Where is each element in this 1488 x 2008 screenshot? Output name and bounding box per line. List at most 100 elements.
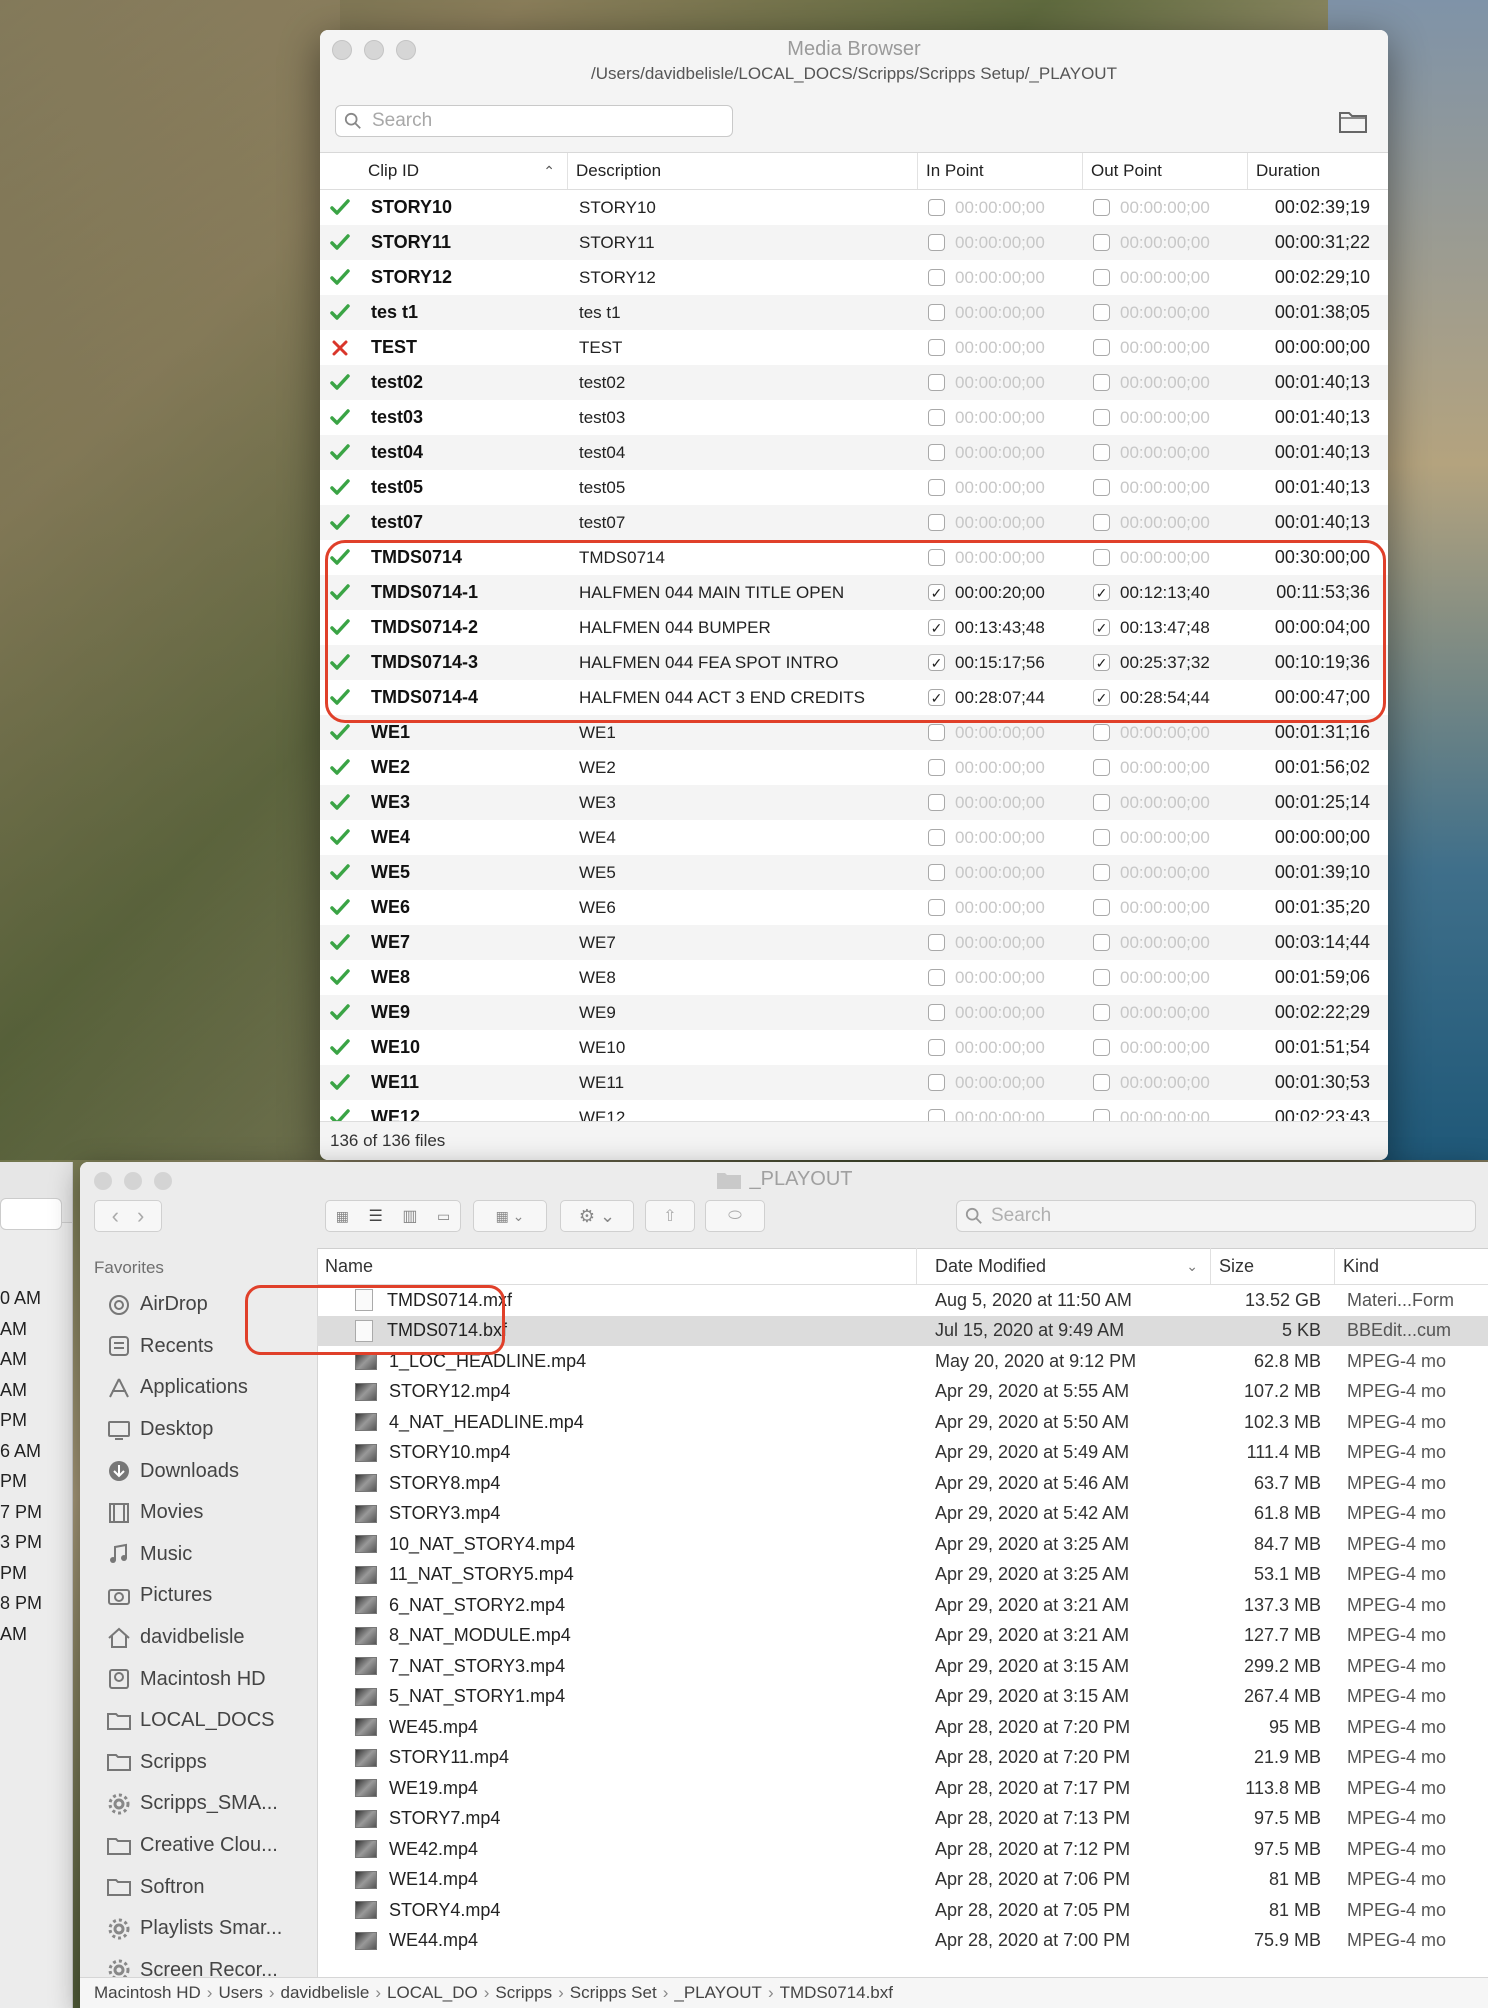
search-field[interactable]: [335, 105, 733, 137]
file-row[interactable]: STORY12.mp4 Apr 29, 2020 at 5:55 AM 107.…: [317, 1377, 1488, 1408]
in-point-checkbox[interactable]: ✓: [928, 689, 945, 706]
sidebar-item-recents[interactable]: Recents: [80, 1326, 317, 1368]
out-point-value[interactable]: 00:00:00;00: [1120, 443, 1210, 463]
file-row[interactable]: WE14.mp4 Apr 28, 2020 at 7:06 PM 81 MB M…: [317, 1865, 1488, 1896]
path-segment[interactable]: LOCAL_DO: [387, 1983, 478, 2003]
out-point-value[interactable]: 00:00:00;00: [1120, 513, 1210, 533]
file-row[interactable]: 10_NAT_STORY4.mp4 Apr 29, 2020 at 3:25 A…: [317, 1529, 1488, 1560]
name-column-header[interactable]: Name: [317, 1248, 917, 1284]
in-point-checkbox[interactable]: ✓: [928, 654, 945, 671]
out-point-value[interactable]: 00:00:00;00: [1120, 828, 1210, 848]
background-search-field[interactable]: [0, 1198, 62, 1230]
in-point-column-header[interactable]: In Point: [918, 153, 1083, 189]
path-segment[interactable]: TMDS0714.bxf: [780, 1983, 893, 2003]
description-cell[interactable]: tes t1: [568, 295, 918, 330]
out-point-value[interactable]: 00:00:00;00: [1120, 198, 1210, 218]
clip-id-column-header[interactable]: Clip ID ⌃: [360, 153, 568, 189]
description-cell[interactable]: WE8: [568, 960, 918, 995]
file-row[interactable]: STORY11.mp4 Apr 28, 2020 at 7:20 PM 21.9…: [317, 1743, 1488, 1774]
in-point-checkbox[interactable]: [928, 549, 945, 566]
in-point-value[interactable]: 00:00:00;00: [955, 268, 1045, 288]
path-segment[interactable]: Scripps Set: [570, 1983, 657, 2003]
out-point-value[interactable]: 00:00:00;00: [1120, 793, 1210, 813]
back-forward-buttons[interactable]: ‹ ›: [94, 1200, 162, 1232]
description-cell[interactable]: WE4: [568, 820, 918, 855]
in-point-value[interactable]: 00:00:20;00: [955, 583, 1045, 603]
list-view-icon[interactable]: ☰: [369, 1206, 383, 1226]
clip-row[interactable]: STORY10 STORY10 00:00:00;00 00:00:00;00 …: [320, 190, 1388, 225]
file-row[interactable]: 11_NAT_STORY5.mp4 Apr 29, 2020 at 3:25 A…: [317, 1560, 1488, 1591]
file-row[interactable]: 6_NAT_STORY2.mp4 Apr 29, 2020 at 3:21 AM…: [317, 1590, 1488, 1621]
in-point-value[interactable]: 00:00:00;00: [955, 233, 1045, 253]
in-point-value[interactable]: 00:00:00;00: [955, 863, 1045, 883]
clip-row[interactable]: TMDS0714-4 HALFMEN 044 ACT 3 END CREDITS…: [320, 680, 1388, 715]
finder-search-field[interactable]: [956, 1200, 1476, 1232]
file-row[interactable]: TMDS0714.mxf Aug 5, 2020 at 11:50 AM 13.…: [317, 1285, 1488, 1316]
in-point-checkbox[interactable]: [928, 304, 945, 321]
clip-row[interactable]: WE1 WE1 00:00:00;00 00:00:00;00 00:01:31…: [320, 715, 1388, 750]
in-point-checkbox[interactable]: ✓: [928, 584, 945, 601]
out-point-checkbox[interactable]: [1093, 444, 1110, 461]
sidebar-item-macintosh-hd[interactable]: Macintosh HD: [80, 1658, 317, 1700]
sidebar-item-softron[interactable]: Softron: [80, 1866, 317, 1908]
out-point-checkbox[interactable]: ✓: [1093, 619, 1110, 636]
out-point-value[interactable]: 00:00:00;00: [1120, 303, 1210, 323]
out-point-value[interactable]: 00:00:00;00: [1120, 898, 1210, 918]
clip-row[interactable]: TEST TEST 00:00:00;00 00:00:00;00 00:00:…: [320, 330, 1388, 365]
clip-row[interactable]: TMDS0714-2 HALFMEN 044 BUMPER ✓ 00:13:43…: [320, 610, 1388, 645]
clip-row[interactable]: WE9 WE9 00:00:00;00 00:00:00;00 00:02:22…: [320, 995, 1388, 1030]
view-mode-buttons[interactable]: ▦ ☰ ▥ ▭: [325, 1200, 461, 1232]
in-point-checkbox[interactable]: [928, 409, 945, 426]
description-cell[interactable]: WE2: [568, 750, 918, 785]
clip-row[interactable]: WE4 WE4 00:00:00;00 00:00:00;00 00:00:00…: [320, 820, 1388, 855]
file-row[interactable]: STORY3.mp4 Apr 29, 2020 at 5:42 AM 61.8 …: [317, 1499, 1488, 1530]
out-point-value[interactable]: 00:25:37;32: [1120, 653, 1210, 673]
out-point-checkbox[interactable]: [1093, 934, 1110, 951]
clip-row[interactable]: test07 test07 00:00:00;00 00:00:00;00 00…: [320, 505, 1388, 540]
file-row[interactable]: WE42.mp4 Apr 28, 2020 at 7:12 PM 97.5 MB…: [317, 1834, 1488, 1865]
in-point-value[interactable]: 00:00:00;00: [955, 408, 1045, 428]
clip-row[interactable]: TMDS0714 TMDS0714 00:00:00;00 00:00:00;0…: [320, 540, 1388, 575]
description-cell[interactable]: STORY10: [568, 190, 918, 225]
clip-row[interactable]: TMDS0714-3 HALFMEN 044 FEA SPOT INTRO ✓ …: [320, 645, 1388, 680]
out-point-checkbox[interactable]: [1093, 269, 1110, 286]
in-point-value[interactable]: 00:00:00;00: [955, 1003, 1045, 1023]
path-segment[interactable]: Scripps: [495, 1983, 552, 2003]
tag-button[interactable]: ⬭: [705, 1200, 765, 1232]
out-point-value[interactable]: 00:28:54;44: [1120, 688, 1210, 708]
in-point-value[interactable]: 00:00:00;00: [955, 373, 1045, 393]
group-button[interactable]: ▦ ⌄: [473, 1200, 547, 1232]
description-cell[interactable]: test05: [568, 470, 918, 505]
clip-row[interactable]: WE2 WE2 00:00:00;00 00:00:00;00 00:01:56…: [320, 750, 1388, 785]
description-cell[interactable]: STORY11: [568, 225, 918, 260]
clip-row[interactable]: WE11 WE11 00:00:00;00 00:00:00;00 00:01:…: [320, 1065, 1388, 1100]
sidebar-item-airdrop[interactable]: AirDrop: [80, 1284, 317, 1326]
out-point-checkbox[interactable]: [1093, 199, 1110, 216]
in-point-checkbox[interactable]: [928, 1074, 945, 1091]
out-point-value[interactable]: 00:00:00;00: [1120, 548, 1210, 568]
path-segment[interactable]: _PLAYOUT: [674, 1983, 762, 2003]
file-row[interactable]: STORY4.mp4 Apr 28, 2020 at 7:05 PM 81 MB…: [317, 1895, 1488, 1926]
search-input[interactable]: [370, 109, 714, 133]
file-row[interactable]: WE45.mp4 Apr 28, 2020 at 7:20 PM 95 MB M…: [317, 1712, 1488, 1743]
file-row[interactable]: TMDS0714.bxf Jul 15, 2020 at 9:49 AM 5 K…: [317, 1315, 1488, 1346]
description-cell[interactable]: HALFMEN 044 FEA SPOT INTRO: [568, 645, 918, 680]
in-point-checkbox[interactable]: [928, 794, 945, 811]
in-point-value[interactable]: 00:00:00;00: [955, 1073, 1045, 1093]
clip-row[interactable]: WE12 WE12 00:00:00;00 00:00:00;00 00:02:…: [320, 1100, 1388, 1122]
description-cell[interactable]: test03: [568, 400, 918, 435]
in-point-value[interactable]: 00:00:00;00: [955, 443, 1045, 463]
clip-row[interactable]: STORY11 STORY11 00:00:00;00 00:00:00;00 …: [320, 225, 1388, 260]
out-point-checkbox[interactable]: ✓: [1093, 584, 1110, 601]
clip-row[interactable]: test02 test02 00:00:00;00 00:00:00;00 00…: [320, 365, 1388, 400]
description-cell[interactable]: test02: [568, 365, 918, 400]
file-row[interactable]: STORY7.mp4 Apr 28, 2020 at 7:13 PM 97.5 …: [317, 1804, 1488, 1835]
out-point-value[interactable]: 00:00:00;00: [1120, 933, 1210, 953]
in-point-value[interactable]: 00:00:00;00: [955, 933, 1045, 953]
description-cell[interactable]: WE6: [568, 890, 918, 925]
in-point-checkbox[interactable]: [928, 339, 945, 356]
size-column-header[interactable]: Size: [1211, 1248, 1335, 1284]
sidebar-item-desktop[interactable]: Desktop: [80, 1409, 317, 1451]
description-column-header[interactable]: Description: [568, 153, 918, 189]
out-point-checkbox[interactable]: [1093, 374, 1110, 391]
